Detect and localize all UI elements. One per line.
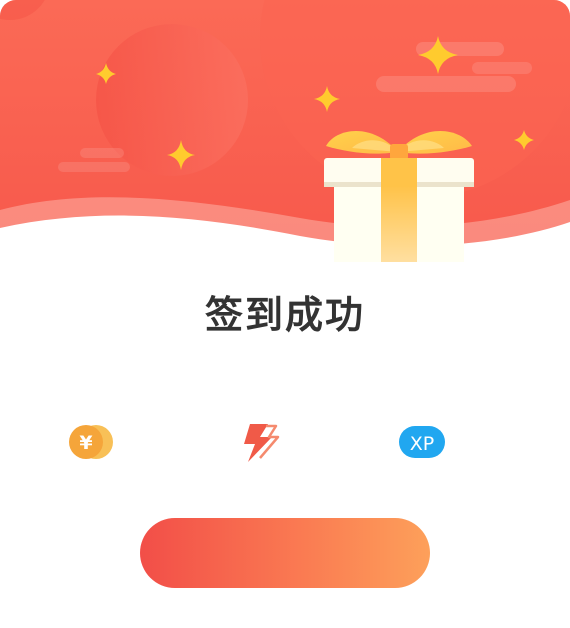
header-illustration xyxy=(0,0,570,262)
header-banner xyxy=(0,0,570,262)
reward-xp: XP xyxy=(398,420,448,464)
confirm-button[interactable] xyxy=(140,518,430,588)
sign-in-success-dialog: 签到成功 ¥ XP xyxy=(0,0,570,628)
reward-energy xyxy=(236,420,286,464)
coin-icon: ¥ xyxy=(69,425,113,459)
energy-icon xyxy=(244,424,280,462)
coin-glyph: ¥ xyxy=(79,432,92,454)
reward-coin: ¥ xyxy=(66,420,116,464)
dialog-title: 签到成功 xyxy=(204,293,365,337)
xp-icon: XP xyxy=(399,426,445,458)
xp-glyph: XP xyxy=(410,433,434,455)
gift-box-icon xyxy=(324,131,474,262)
